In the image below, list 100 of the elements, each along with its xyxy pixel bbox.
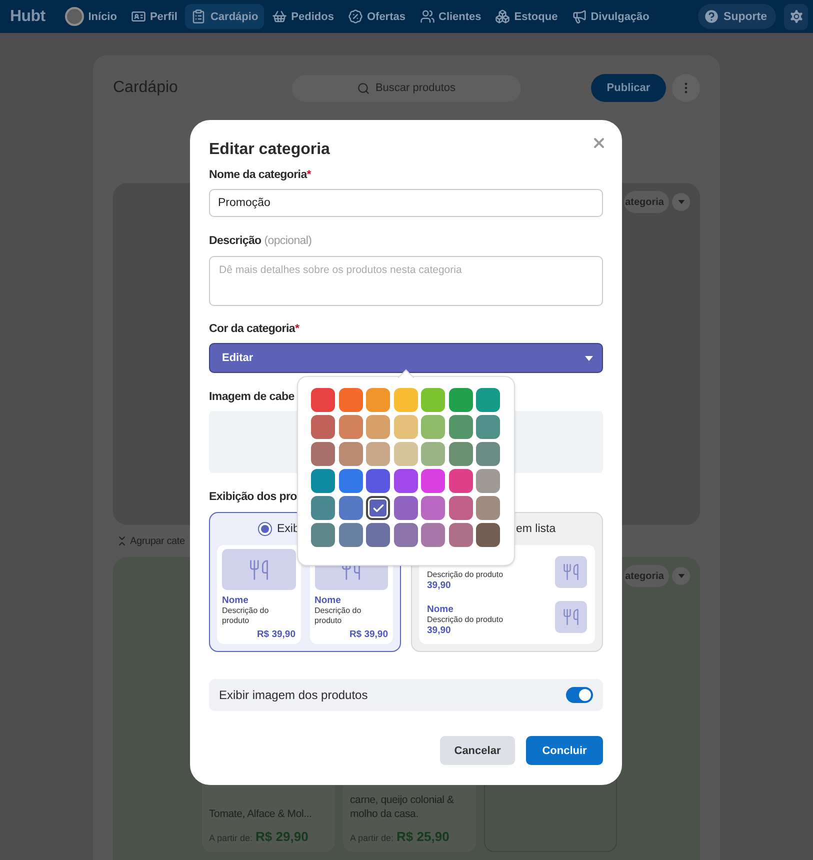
product-price: R$ 25,90 xyxy=(396,829,450,844)
description-field[interactable]: Dê mais detalhes sobre os produtos nesta categoria xyxy=(209,256,603,306)
required-mark: * xyxy=(294,323,300,335)
color-swatch[interactable] xyxy=(366,496,390,520)
color-swatch[interactable] xyxy=(394,415,418,439)
toggle-switch[interactable] xyxy=(566,687,593,703)
color-swatch[interactable] xyxy=(476,523,500,547)
color-swatch[interactable] xyxy=(311,442,335,466)
color-swatch[interactable] xyxy=(448,388,472,412)
boxes-icon xyxy=(495,9,510,24)
color-swatch[interactable] xyxy=(394,523,418,547)
color-swatch[interactable] xyxy=(394,442,418,466)
product-name: Nome xyxy=(314,595,342,606)
percent-badge-icon xyxy=(348,9,363,24)
color-swatch[interactable] xyxy=(311,469,335,493)
check-icon xyxy=(372,502,384,514)
image-placeholder xyxy=(555,601,587,634)
basket-icon xyxy=(272,9,288,24)
confirm-button[interactable]: Concluir xyxy=(526,736,603,765)
color-swatch[interactable] xyxy=(311,523,335,547)
nav-item[interactable]: Ofertas xyxy=(342,4,412,29)
users-icon xyxy=(420,9,434,24)
search-icon xyxy=(357,82,370,94)
nav-item[interactable]: Clientes xyxy=(414,4,488,29)
nav-item[interactable]: Cardápio xyxy=(185,4,264,29)
product-price: R$ 39,90 xyxy=(256,629,296,640)
color-swatch[interactable] xyxy=(366,469,390,493)
color-swatch[interactable] xyxy=(448,523,472,547)
color-swatch[interactable] xyxy=(448,442,472,466)
dropdown-button[interactable] xyxy=(672,193,690,211)
publish-button[interactable]: Publicar xyxy=(591,74,666,102)
settings-icon xyxy=(788,8,804,25)
color-swatch[interactable] xyxy=(421,415,445,439)
color-swatch[interactable] xyxy=(311,415,335,439)
color-swatch[interactable] xyxy=(366,442,390,466)
color-swatch[interactable] xyxy=(448,415,472,439)
product-description: Tomate, Alface & Mol... xyxy=(209,807,313,821)
image-placeholder xyxy=(555,556,587,588)
nav-item[interactable]: Perfil xyxy=(124,4,184,29)
required-mark: * xyxy=(306,169,311,181)
radio-button[interactable] xyxy=(258,522,272,536)
dropdown-button[interactable] xyxy=(672,567,690,585)
support-button[interactable]: Suporte xyxy=(698,4,776,29)
logo: Hubt xyxy=(10,8,46,26)
field-label: Nome da categoria* xyxy=(209,168,311,182)
nav-item[interactable]: Pedidos xyxy=(266,4,340,29)
caret-icon xyxy=(678,574,684,578)
nav-item[interactable]: Divulgação xyxy=(566,4,656,29)
color-swatch[interactable] xyxy=(338,469,362,493)
field-label: Descrição (opcional) xyxy=(209,234,312,248)
color-swatch[interactable] xyxy=(366,523,390,547)
close-icon xyxy=(591,135,607,151)
color-swatch[interactable] xyxy=(476,469,500,493)
input-field[interactable]: Promoção xyxy=(209,189,603,217)
product-price: 39,90 xyxy=(427,580,452,590)
color-swatch[interactable] xyxy=(338,442,362,466)
color-swatch[interactable] xyxy=(421,496,445,520)
avatar-icon xyxy=(65,7,84,26)
color-swatch[interactable] xyxy=(394,496,418,520)
color-swatch[interactable] xyxy=(338,415,362,439)
color-swatch[interactable] xyxy=(421,523,445,547)
field-label: Cor da categoria* xyxy=(209,322,300,336)
megaphone-icon xyxy=(572,9,587,24)
color-swatch[interactable] xyxy=(338,388,362,412)
color-swatch[interactable] xyxy=(394,388,418,412)
help-icon xyxy=(702,8,720,25)
color-swatch[interactable] xyxy=(311,496,335,520)
color-swatch[interactable] xyxy=(448,496,472,520)
color-swatch[interactable] xyxy=(394,469,418,493)
color-swatch[interactable] xyxy=(421,442,445,466)
color-swatch[interactable] xyxy=(338,496,362,520)
caret-icon xyxy=(678,200,684,204)
cancel-button[interactable]: Cancelar xyxy=(440,736,515,765)
color-swatch[interactable] xyxy=(476,388,500,412)
color-swatch[interactable] xyxy=(476,442,500,466)
product-description: Descrição do produto xyxy=(427,570,504,580)
nav-item[interactable]: Estoque xyxy=(489,4,564,29)
color-swatch[interactable] xyxy=(421,469,445,493)
color-select[interactable]: Editar xyxy=(209,343,603,373)
color-swatch[interactable] xyxy=(338,523,362,547)
product-description: Descrição do produto xyxy=(314,606,362,626)
id-card-icon xyxy=(130,9,146,24)
option-label: em lista xyxy=(516,523,556,535)
toggle-label: Exibir imagem dos produtos xyxy=(219,688,368,702)
color-swatch[interactable] xyxy=(311,388,335,412)
color-swatch[interactable] xyxy=(421,388,445,412)
caret-icon xyxy=(585,356,593,360)
product-description: carne, queijo colonial & molho da casa. xyxy=(350,793,455,821)
color-swatch[interactable] xyxy=(448,469,472,493)
settings-button[interactable] xyxy=(784,4,808,30)
product-name: Nome xyxy=(222,595,250,606)
product-price: R$ 39,90 xyxy=(348,629,388,640)
color-swatch[interactable] xyxy=(476,496,500,520)
product-description: Descrição do produto xyxy=(427,615,504,625)
nav-item[interactable]: Início xyxy=(59,2,123,31)
color-swatch[interactable] xyxy=(366,388,390,412)
product-price: 39,90 xyxy=(427,625,452,636)
collapse-icon xyxy=(116,535,128,547)
color-swatch[interactable] xyxy=(476,415,500,439)
color-swatch[interactable] xyxy=(366,415,390,439)
